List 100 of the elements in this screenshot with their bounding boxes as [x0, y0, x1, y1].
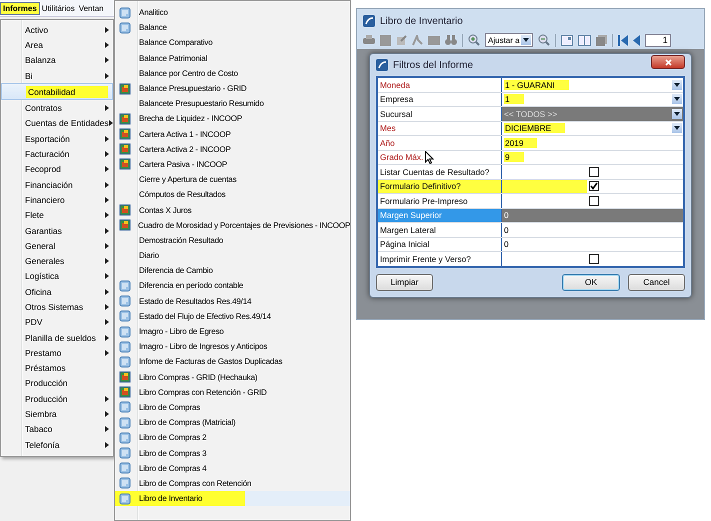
menu-bar-item[interactable]: Informes	[0, 2, 40, 14]
menu-item[interactable]: Bi	[1, 68, 113, 84]
menu-item[interactable]: Analitico	[115, 5, 350, 20]
input-field[interactable]: 9	[502, 150, 683, 164]
menu-item[interactable]: Estado del Flujo de Efectivo Res.49/14	[115, 308, 350, 324]
menu-item[interactable]: Préstamos	[1, 360, 113, 376]
menu-item[interactable]: Area	[1, 37, 113, 53]
binoculars-icon[interactable]	[445, 35, 457, 45]
dropdown-field[interactable]: 1 - GUARANI	[502, 78, 683, 92]
menu-item[interactable]: Telefonía	[1, 437, 113, 452]
menu-item[interactable]: Brecha de Liquidez - INCOOP	[115, 111, 350, 126]
input-field[interactable]: 2019	[502, 136, 683, 150]
previous-page-icon[interactable]	[632, 34, 640, 46]
dropdown-field[interactable]: 1	[502, 92, 683, 106]
menu-item[interactable]: Cómputos de Resultados	[115, 187, 350, 202]
printer-icon[interactable]	[363, 34, 375, 46]
menu-item[interactable]: Oficina	[1, 284, 113, 300]
menu-item[interactable]: Cartera Activa 2 - INCOOP	[115, 142, 350, 157]
menu-item[interactable]: Demostración Resultado	[115, 232, 350, 248]
menu-item[interactable]: Diferencia de Cambio	[115, 263, 350, 278]
menu-item[interactable]: Balance Presupuestario - GRID	[115, 80, 350, 96]
menu-item[interactable]: Diario	[115, 248, 350, 264]
menu-item[interactable]: Libro de Compras 3	[115, 445, 350, 461]
menu-item[interactable]: Financiación	[1, 176, 113, 192]
menu-item[interactable]: Flete	[1, 208, 113, 223]
menu-item[interactable]: Fecoprod	[1, 162, 113, 177]
input-field[interactable]: 0	[502, 238, 683, 251]
menu-item[interactable]: Balancete Presupuestario Resumido	[115, 96, 350, 112]
menu-item[interactable]: General	[1, 238, 113, 254]
zoom-in-icon[interactable]	[468, 34, 480, 46]
menu-item[interactable]: Garantias	[1, 222, 113, 238]
menu-item[interactable]: Financiero	[1, 192, 113, 208]
menu-item[interactable]: Cuentas de Entidades	[1, 116, 113, 132]
document-icon	[119, 462, 131, 474]
menu-item[interactable]: Cartera Pasiva - INCOOP	[115, 156, 350, 172]
field-label: Formulario Pre-Impreso	[378, 194, 502, 208]
close-button[interactable]	[651, 55, 685, 69]
dialog-button[interactable]: Cancel	[628, 274, 685, 290]
menu-item[interactable]: Contas X Juros	[115, 202, 350, 218]
menu-item[interactable]: Producción	[1, 376, 113, 392]
page-number-field[interactable]: 1	[644, 34, 671, 46]
menu-item[interactable]: Libro Compras con Retención - GRID	[115, 384, 350, 400]
menu-item[interactable]: Esportación	[1, 131, 113, 146]
menu-item[interactable]: Estado de Resultados Res.49/14	[115, 294, 350, 309]
two-pages-icon[interactable]	[578, 34, 591, 46]
menu-item[interactable]: Balanza	[1, 52, 113, 68]
menu-item[interactable]: Logística	[1, 268, 113, 284]
dialog-button[interactable]: OK	[562, 274, 620, 290]
menu-item[interactable]: Libro de Inventario	[115, 491, 350, 506]
menu-item[interactable]: Balance	[115, 20, 350, 36]
submenu-arrow-icon	[105, 273, 109, 280]
dialog-button[interactable]: Limpiar	[376, 274, 433, 290]
menu-item[interactable]: Libro de Compras con Retención	[115, 476, 350, 491]
document-icon	[119, 326, 131, 338]
menu-item[interactable]: Imagro - Libro de Ingresos y Anticipos	[115, 339, 350, 354]
menu-item[interactable]: Contratos	[1, 100, 113, 116]
menu-item[interactable]: Producción	[1, 391, 113, 406]
menu-item[interactable]: Prestamo	[1, 345, 113, 361]
menu-item[interactable]: Generales	[1, 253, 113, 269]
export-icon[interactable]	[396, 34, 407, 46]
menu-item[interactable]: Infome de Facturas de Gastos Duplicadas	[115, 354, 350, 370]
checkbox[interactable]	[588, 254, 598, 264]
menu-item[interactable]: Cartera Activa 1 - INCOOP	[115, 126, 350, 142]
menu-item[interactable]: Balance por Centro de Costo	[115, 66, 350, 81]
document-icon	[119, 310, 131, 322]
menu-bar-item[interactable]: Ventan	[76, 2, 106, 14]
checkbox[interactable]	[588, 181, 598, 192]
first-page-icon[interactable]	[618, 34, 628, 46]
menu-item[interactable]: Libro de Compras 2	[115, 430, 350, 446]
pages-icon[interactable]	[596, 34, 607, 46]
menu-item[interactable]: Libro Compras - GRID (Hechauka)	[115, 370, 350, 385]
menu-item[interactable]: Imagro - Libro de Egreso	[115, 324, 350, 340]
input-field[interactable]: 0	[502, 208, 683, 222]
menu-item[interactable]: Diferencia en período contable	[115, 278, 350, 294]
menu-item[interactable]: Libro de Compras 4	[115, 460, 350, 476]
field-value: << TODOS >>	[504, 108, 558, 119]
menu-item[interactable]: PDV	[1, 314, 113, 330]
menu-item[interactable]: Facturación	[1, 146, 113, 162]
page-icon[interactable]	[560, 34, 573, 46]
menu-item[interactable]: Planilla de sueldos	[1, 330, 113, 346]
menu-item[interactable]: Cierre y Apertura de cuentas	[115, 172, 350, 188]
menu-bar-item[interactable]: Utilitários	[40, 2, 77, 14]
submenu-arrow-icon	[105, 166, 109, 172]
checkbox[interactable]	[588, 166, 598, 177]
menu-item[interactable]: Cuadro de Morosidad y Porcentajes de Previsiones - INCOOP	[115, 218, 350, 233]
menu-item[interactable]: Balance Patrimonial	[115, 50, 350, 66]
menu-item[interactable]: Otros Sistemas	[1, 299, 113, 315]
checkbox[interactable]	[588, 196, 598, 206]
zoom-out-icon[interactable]	[538, 34, 550, 46]
menu-item[interactable]: Libro de Compras (Matricial)	[115, 415, 350, 430]
caret-icon	[522, 38, 529, 42]
input-field[interactable]: 0	[502, 223, 683, 236]
menu-item[interactable]: Tabaco	[1, 422, 113, 438]
menu-item[interactable]: Libro de Compras	[115, 400, 350, 416]
dropdown-field[interactable]: DICIEMBRE	[502, 122, 683, 135]
menu-item[interactable]: Balance Comparativo	[115, 35, 350, 51]
menu-item[interactable]: Siembra	[1, 406, 113, 422]
zoom-dropdown[interactable]: Ajustar a	[485, 33, 533, 47]
menu-item[interactable]: Activo	[1, 22, 113, 38]
menu-item[interactable]: Contabilidad	[1, 83, 113, 100]
